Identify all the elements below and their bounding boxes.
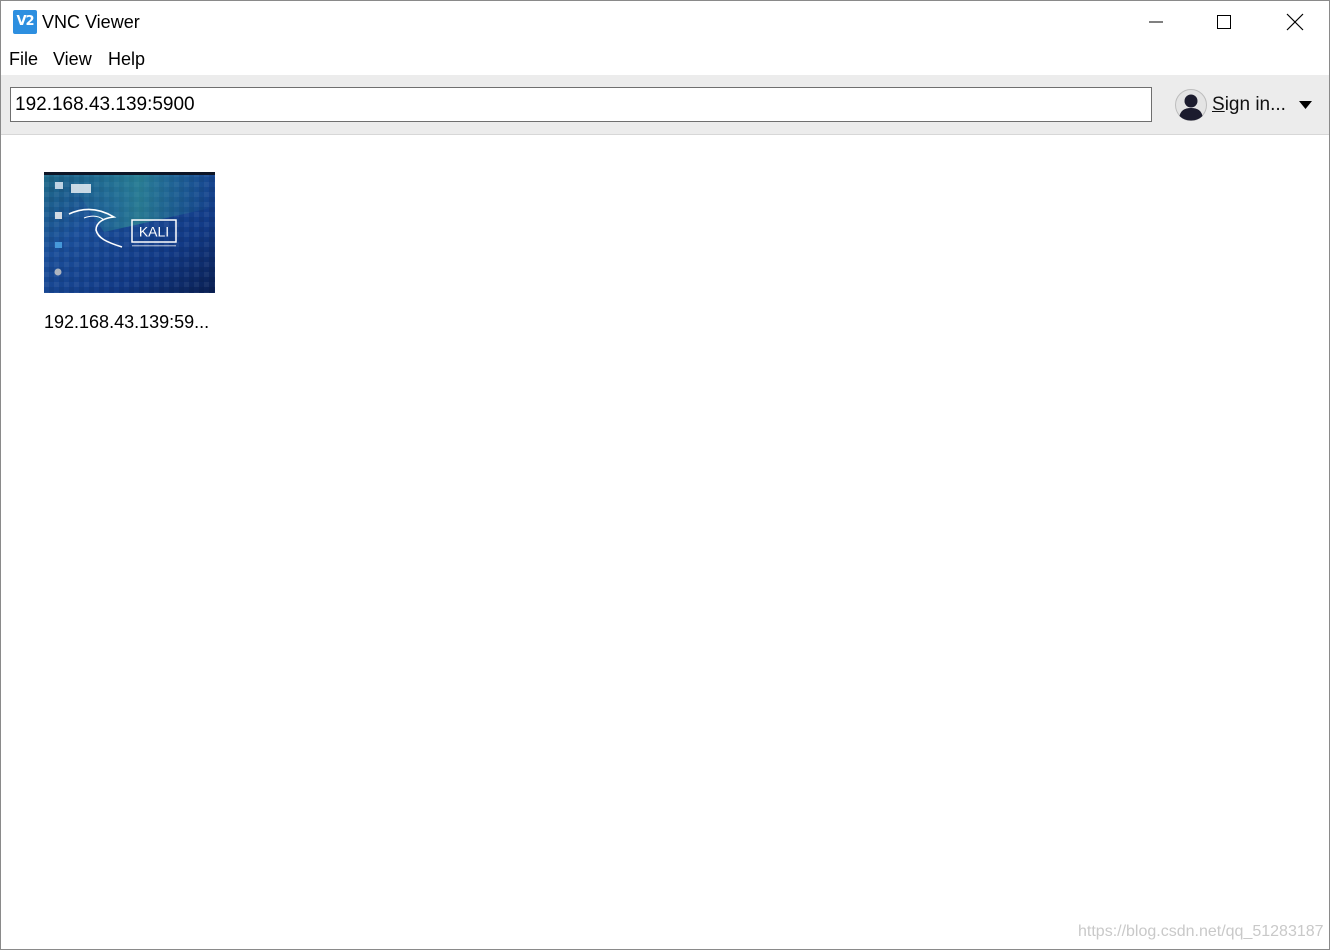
menu-bar: File View Help (1, 45, 1329, 75)
vnc-viewer-window: V2 VNC Viewer File View Help Sign in... (0, 0, 1330, 950)
address-book-area: KALI 192.168.43.139:59... (1, 135, 1329, 949)
toolbar: Sign in... (1, 75, 1329, 135)
title-bar[interactable]: V2 VNC Viewer (1, 1, 1329, 43)
minimize-icon (1149, 21, 1163, 23)
minimize-button[interactable] (1121, 1, 1191, 43)
window-title: VNC Viewer (42, 12, 140, 32)
close-icon (1286, 13, 1304, 31)
menu-help[interactable]: Help (108, 49, 145, 70)
caret-down-icon[interactable] (1299, 101, 1312, 109)
maximize-button[interactable] (1189, 1, 1259, 43)
sign-in-label: Sign in... (1212, 94, 1286, 116)
sign-in-button[interactable]: Sign in... (1175, 88, 1286, 122)
connection-label: 192.168.43.139:59... (44, 312, 210, 332)
maximize-icon (1217, 15, 1231, 29)
menu-view[interactable]: View (53, 49, 92, 70)
sign-in-label-rest: ign in... (1224, 94, 1286, 115)
watermark-text: https://blog.csdn.net/qq_51283187 (1078, 923, 1324, 940)
kali-logo-text: KALI (139, 224, 169, 240)
sign-in-mnemonic: S (1212, 94, 1225, 115)
user-avatar-icon (1175, 89, 1207, 121)
desktop-thumbnail: KALI (44, 172, 215, 293)
address-input[interactable] (10, 87, 1152, 122)
close-button[interactable] (1260, 1, 1330, 43)
vnc-app-icon: V2 (13, 10, 37, 34)
connection-tile[interactable]: KALI 192.168.43.139:59... (44, 172, 216, 333)
menu-file[interactable]: File (9, 49, 38, 70)
